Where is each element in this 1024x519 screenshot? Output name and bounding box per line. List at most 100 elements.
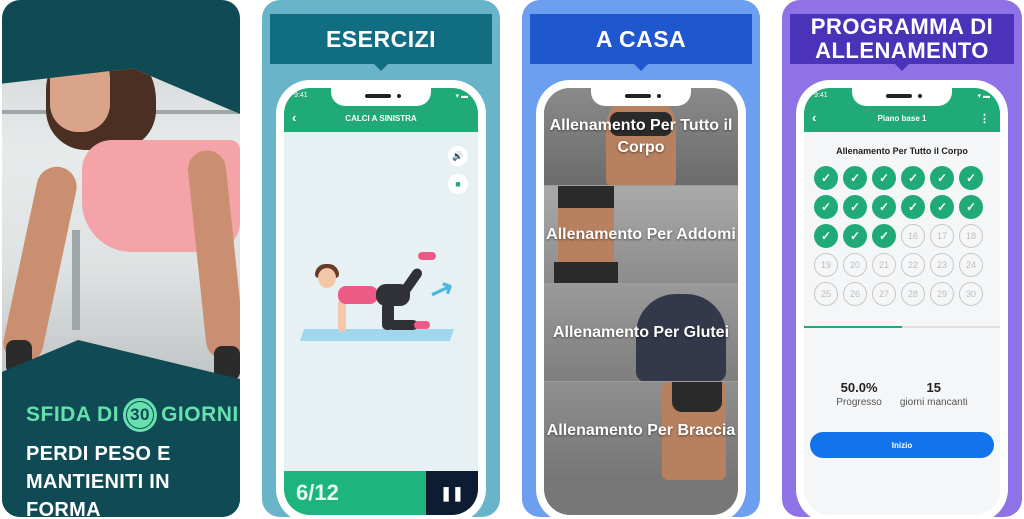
days-left-value: 15 [926,380,942,395]
woman-arm-left [2,163,81,367]
pause-button[interactable]: ❚❚ [426,471,478,515]
workout-card-abs[interactable]: Allenamento Per Addomi [544,186,738,284]
figure-head [318,268,336,288]
day-29[interactable]: 29 [930,282,954,306]
plan-title: Allenamento Per Tutto il Corpo [836,146,968,156]
challenge-suffix: GIORNI [161,403,239,426]
day-17[interactable]: 17 [930,224,954,248]
workout-card-title: Allenamento Per Tutto il Corpo [549,116,733,156]
phone-frame: 9:41 ▾ ▬ ‹ Piano base 1 ⋮ Allenamento Pe… [796,80,1008,517]
figure-pink-top [338,286,378,304]
figure-arm [338,300,346,332]
workout-card-title: Allenamento Per Addomi [546,225,736,243]
exercise-mat [299,329,455,341]
day-27[interactable]: 27 [872,282,896,306]
woman-workout-photo [2,68,240,380]
challenge-heading: SFIDA DI 30 GIORNI [26,398,239,432]
pause-icon: ❚❚ [440,484,464,501]
day-completed[interactable]: ✓ [843,195,867,219]
top-image [672,382,722,412]
video-camera-icon: ■ [455,179,461,189]
more-options-icon[interactable]: ⋮ [979,112,990,125]
workout-list-screen: Allenamento Per Tutto il Corpo Allenamen… [544,88,738,515]
day-28[interactable]: 28 [901,282,925,306]
promo-panel-exercises: ESERCIZI 9:41 ▾ ▬ ‹ CALCI A SINISTRA 🔊 ■… [262,0,500,517]
days-left-label: giorni mancanti [899,397,968,408]
day-completed[interactable]: ✓ [901,166,925,190]
phone-frame: Allenamento Per Tutto il Corpo Allenamen… [536,80,746,517]
tagline-line-2: MANTIENITI IN FORMA [26,471,170,517]
day-completed[interactable]: ✓ [872,166,896,190]
day-completed[interactable]: ✓ [843,224,867,248]
motion-arrow-icon: ↗ [425,270,459,309]
status-time: 9:41 [294,92,308,99]
plan-name: Piano base 1 [877,114,927,123]
day-completed[interactable]: ✓ [814,166,838,190]
video-button[interactable]: ■ [448,174,468,194]
tagline: PERDI PESO E MANTIENITI IN FORMA [26,440,240,517]
exercises-banner: ESERCIZI [270,14,492,71]
figure-shoe-raised [418,252,436,260]
exercise-screen: 9:41 ▾ ▬ ‹ CALCI A SINISTRA 🔊 ■ ↗ 6/12 ❚… [284,88,478,515]
phone-frame: 9:41 ▾ ▬ ‹ CALCI A SINISTRA 🔊 ■ ↗ 6/12 ❚… [276,80,486,517]
speaker-icon: 🔊 [452,150,464,161]
workout-card-arms[interactable]: Allenamento Per Braccia [544,382,738,480]
day-completed[interactable]: ✓ [901,195,925,219]
phone-notch [331,88,431,106]
thirty-days-badge: 30 [123,398,158,432]
program-stats: 50.0% Progresso 15 giorni mancanti [804,380,1000,408]
day-25[interactable]: 25 [814,282,838,306]
day-18[interactable]: 18 [959,224,983,248]
day-19[interactable]: 19 [814,253,838,277]
workout-card-title: Allenamento Per Braccia [546,422,736,439]
workout-card-title: Allenamento Per Glutei [552,323,730,341]
workout-card-glutes[interactable]: Allenamento Per Glutei [544,284,738,382]
day-23[interactable]: 23 [930,253,954,277]
woman-face [50,68,110,132]
exercise-title: CALCI A SINISTRA [345,114,417,123]
day-completed[interactable]: ✓ [814,224,838,248]
days-left-stat: 15 giorni mancanti [900,380,968,408]
day-completed[interactable]: ✓ [843,166,867,190]
promo-panel-home: A CASA Allenamento Per Tutto il Corpo Al… [522,0,760,517]
exercise-counter: 6/12 [284,471,426,515]
day-completed[interactable]: ✓ [930,166,954,190]
program-screen: 9:41 ▾ ▬ ‹ Piano base 1 ⋮ Allenamento Pe… [804,88,1000,515]
day-completed[interactable]: ✓ [814,195,838,219]
day-26[interactable]: 26 [843,282,867,306]
wifi-battery-icon: ▾ ▬ [455,93,468,100]
day-24[interactable]: 24 [959,253,983,277]
home-banner: A CASA [530,14,752,71]
day-completed[interactable]: ✓ [930,195,954,219]
day-30[interactable]: 30 [959,282,983,306]
progress-stat: 50.0% Progresso [836,380,882,408]
progress-value: 50.0% [840,380,878,395]
progress-fill [804,326,902,328]
wifi-battery-icon: ▾ ▬ [977,93,990,100]
start-button[interactable]: Inizio [810,432,994,458]
thirty-days-number: 30 [127,402,154,428]
challenge-prefix: SFIDA DI [26,403,120,426]
day-21[interactable]: 21 [872,253,896,277]
figure-shoe-ground [414,321,430,329]
sound-button[interactable]: 🔊 [448,146,468,166]
day-completed[interactable]: ✓ [959,166,983,190]
day-completed[interactable]: ✓ [959,195,983,219]
exercise-progress-bar: 6/12 ❚❚ [284,471,478,515]
program-banner: PROGRAMMA DI ALLENAMENTO [790,14,1014,71]
phone-notch [591,88,691,106]
status-time: 9:41 [814,92,828,99]
day-completed[interactable]: ✓ [872,224,896,248]
days-grid: ✓ ✓ ✓ ✓ ✓ ✓ ✓ ✓ ✓ ✓ ✓ ✓ ✓ ✓ ✓ 16 17 18 19 20 21 22 23 24 25 26 27 2… [814,166,983,306]
promo-panel-program: PROGRAMMA DI ALLENAMENTO 9:41 ▾ ▬ ‹ Pian… [782,0,1022,517]
shorts-image [554,262,618,283]
progress-track [804,326,1000,328]
phone-notch [852,88,952,106]
tagline-line-1: PERDI PESO E [26,443,171,465]
day-16[interactable]: 16 [901,224,925,248]
day-20[interactable]: 20 [843,253,867,277]
gym-bench-leg [72,230,80,330]
day-22[interactable]: 22 [901,253,925,277]
top-image [558,186,614,208]
day-completed[interactable]: ✓ [872,195,896,219]
